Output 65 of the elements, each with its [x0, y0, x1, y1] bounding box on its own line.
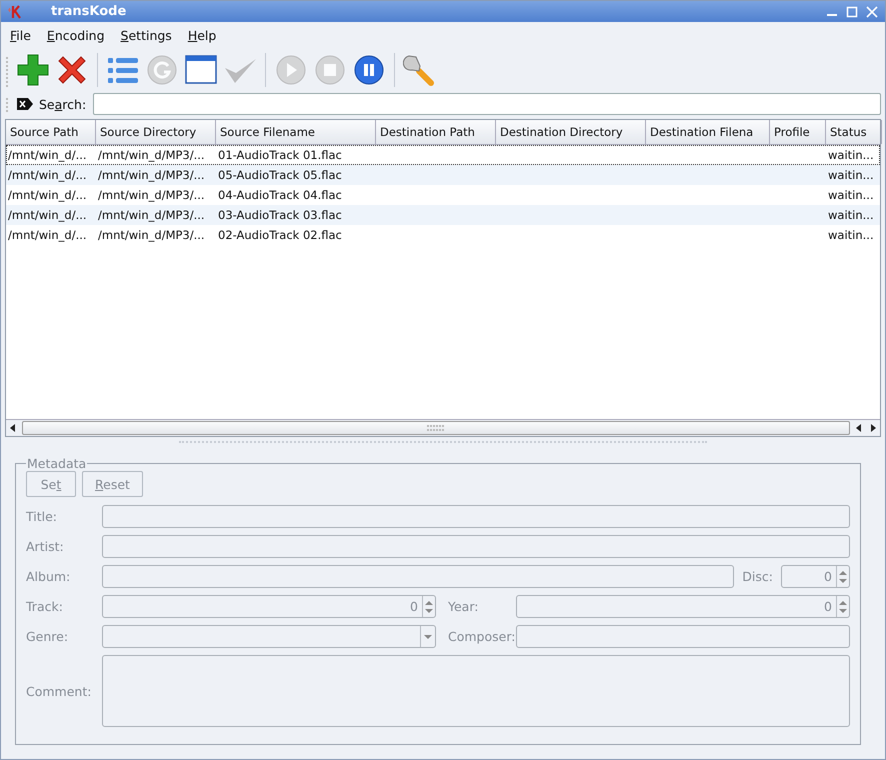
column-header[interactable]: Status — [826, 120, 882, 144]
table-cell-text: 05-AudioTrack 05.flac — [217, 167, 343, 184]
menu-item[interactable]: Encoding — [46, 28, 105, 43]
field-label: Disc: — [742, 569, 773, 584]
column-header[interactable]: Destination Filena — [646, 120, 770, 144]
up-arrow-icon[interactable] — [837, 598, 849, 606]
table-cell-text: /mnt/win_d/MP3/... — [97, 227, 206, 244]
table-cell-text: /mnt/win_d/... — [7, 147, 88, 164]
table-cell-text: waitin... — [827, 227, 875, 244]
add-icon[interactable] — [16, 53, 50, 87]
down-arrow-icon[interactable] — [837, 606, 849, 614]
field-label: Album: — [26, 569, 72, 584]
table-cell-text: /mnt/win_d/... — [7, 187, 88, 204]
column-header[interactable]: Destination Directory — [496, 120, 646, 144]
field-label: Track: — [26, 599, 64, 614]
column-header[interactable]: Destination Path — [376, 120, 496, 144]
horizontal-scrollbar[interactable] — [6, 419, 880, 436]
window-icon[interactable] — [184, 53, 218, 87]
table-cell-text: waitin... — [827, 167, 875, 184]
field-label: Artist: — [26, 539, 65, 554]
close-icon[interactable] — [865, 4, 879, 18]
table-cell-text: waitin... — [827, 207, 875, 224]
table-row[interactable]: /mnt/win_d/... /mnt/win_d/MP3/... 02-AudioTrack 02.flac waitin... — [6, 225, 880, 245]
table-cell-text: /mnt/win_d/... — [7, 167, 88, 184]
table-cell-text: 03-AudioTrack 03.flac — [217, 207, 343, 224]
column-header[interactable]: Source Path — [6, 120, 96, 144]
clear-search-icon[interactable] — [16, 97, 34, 111]
field-label: Title: — [26, 509, 58, 524]
field-label: Genre: — [26, 629, 70, 644]
column-header[interactable]: Profile — [770, 120, 826, 144]
search-field[interactable] — [93, 93, 881, 115]
table-cell-text: /mnt/win_d/MP3/... — [97, 147, 206, 164]
column-header[interactable]: Source Directory — [96, 120, 216, 144]
column-header[interactable]: Source Filename — [216, 120, 376, 144]
table-cell-text: /mnt/win_d/... — [7, 207, 88, 224]
menu-item[interactable]: Settings — [120, 28, 172, 43]
table-cell-text: 02-AudioTrack 02.flac — [217, 227, 343, 244]
table-cell-text: /mnt/win_d/... — [7, 227, 88, 244]
down-arrow-icon[interactable] — [837, 576, 849, 584]
table-cell-text: /mnt/win_d/MP3/... — [97, 187, 206, 204]
up-arrow-icon[interactable] — [423, 598, 435, 606]
field-label: Comment: — [26, 684, 92, 698]
menu-item[interactable]: File — [10, 28, 31, 43]
field-label: Composer: — [447, 629, 516, 644]
table-cell-text: 01-AudioTrack 01.flac — [217, 147, 343, 164]
wrench-icon[interactable] — [403, 53, 437, 87]
pause-icon[interactable] — [352, 53, 386, 87]
table-row[interactable]: /mnt/win_d/... /mnt/win_d/MP3/... 05-AudioTrack 05.flac waitin... — [6, 165, 880, 185]
menu-item[interactable]: Help — [188, 28, 216, 43]
maximize-icon[interactable] — [845, 4, 859, 18]
up-arrow-icon[interactable] — [837, 568, 849, 576]
window-title: transKode — [51, 4, 126, 19]
table-row[interactable]: /mnt/win_d/... /mnt/win_d/MP3/... 04-AudioTrack 04.flac waitin... — [6, 185, 880, 205]
down-arrow-icon[interactable] — [423, 606, 435, 614]
table-row[interactable]: /mnt/win_d/... /mnt/win_d/MP3/... 01-AudioTrack 01.flac waitin... — [6, 145, 880, 165]
table-cell-text: /mnt/win_d/MP3/... — [97, 207, 206, 224]
field-label: Year: — [447, 599, 480, 614]
table-row[interactable]: /mnt/win_d/... /mnt/win_d/MP3/... 03-AudioTrack 03.flac waitin... — [6, 205, 880, 225]
table-cell-text: /mnt/win_d/MP3/... — [97, 167, 206, 184]
search-label: Search: — [39, 96, 86, 112]
table-cell-text: waitin... — [827, 147, 875, 164]
table-cell-text: 04-AudioTrack 04.flac — [217, 187, 343, 204]
group-title: Metadata — [26, 456, 88, 471]
table-cell-text: waitin... — [827, 187, 875, 204]
grip-icon[interactable] — [427, 424, 445, 432]
